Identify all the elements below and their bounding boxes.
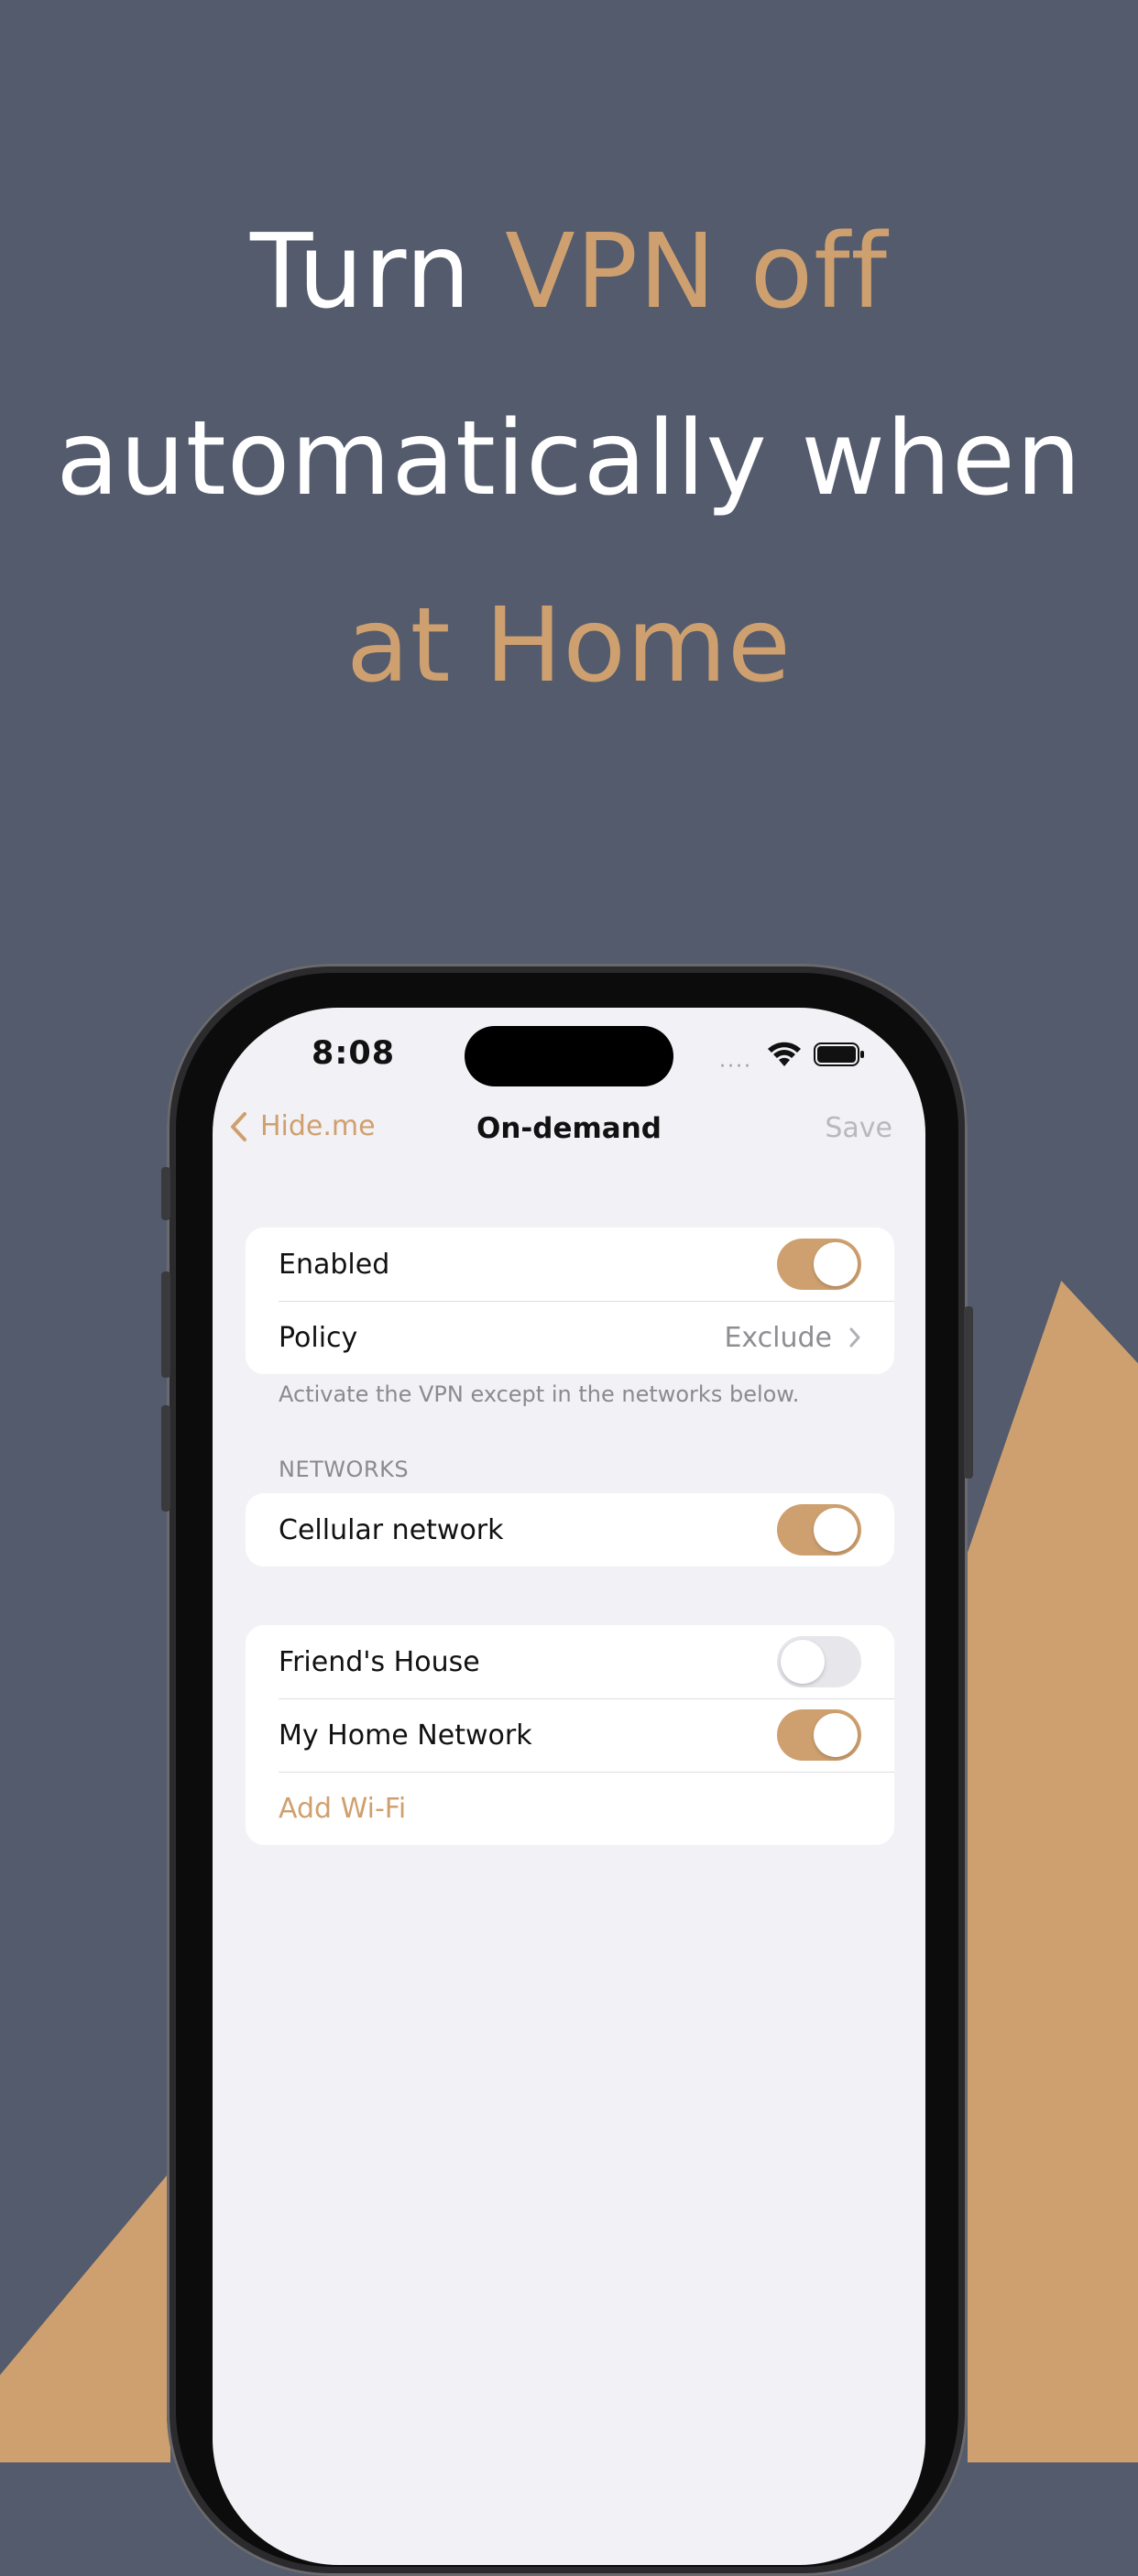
enabled-label: Enabled (279, 1248, 390, 1281)
policy-label: Policy (279, 1321, 358, 1354)
cellular-row: Cellular network (246, 1493, 894, 1566)
networks-section-header: NETWORKS (279, 1457, 410, 1482)
headline: Turn VPN off automatically when at Home (0, 179, 1138, 739)
wifi-toggle-my-home-network[interactable] (777, 1709, 861, 1761)
headline-line-1: Turn VPN off (0, 179, 1138, 366)
status-time: 8:08 (312, 1035, 396, 1072)
wifi-row-friends-house: Friend's House (246, 1625, 894, 1698)
wifi-label: Friend's House (279, 1645, 480, 1678)
cellular-signal-icon: ···· (719, 1055, 752, 1078)
headline-accent: VPN off (505, 213, 888, 332)
save-button[interactable]: Save (825, 1112, 892, 1144)
page-title: On-demand (476, 1112, 662, 1145)
phone-power-button (964, 1306, 973, 1479)
settings-group: Enabled Policy Exclude (246, 1228, 894, 1374)
wifi-label: My Home Network (279, 1719, 532, 1752)
policy-row[interactable]: Policy Exclude (246, 1301, 894, 1374)
phone-volume-up-button (161, 1272, 170, 1378)
wifi-icon (767, 1041, 802, 1072)
toggle-knob (814, 1713, 858, 1757)
decorative-shape-right (968, 1281, 1138, 2462)
dynamic-island (465, 1026, 673, 1086)
add-wifi-row[interactable]: Add Wi-Fi (246, 1772, 894, 1845)
battery-icon (814, 1042, 865, 1070)
wifi-toggle-friends-house[interactable] (777, 1636, 861, 1687)
wifi-group: Friend's House My Home Network Add Wi-Fi (246, 1625, 894, 1845)
headline-line-2: automatically when (56, 399, 1082, 518)
policy-footnote: Activate the VPN except in the networks … (279, 1381, 800, 1407)
phone-screen: 8:08 ···· Hide.me On-demand Save Enabled… (213, 1008, 925, 2565)
add-wifi-button[interactable]: Add Wi-Fi (279, 1793, 861, 1825)
cellular-toggle[interactable] (777, 1504, 861, 1555)
phone-action-button (161, 1167, 170, 1220)
enabled-row: Enabled (246, 1228, 894, 1301)
chevron-right-icon (849, 1327, 860, 1348)
cellular-label: Cellular network (279, 1513, 504, 1546)
policy-detail: Exclude (724, 1322, 861, 1354)
toggle-knob (814, 1508, 858, 1552)
cellular-group: Cellular network (246, 1493, 894, 1566)
wifi-row-my-home-network: My Home Network (246, 1698, 894, 1772)
phone-volume-down-button (161, 1405, 170, 1512)
enabled-toggle[interactable] (777, 1239, 861, 1290)
decorative-shape-left (0, 2171, 170, 2462)
policy-value: Exclude (724, 1321, 832, 1354)
headline-line-3: at Home (346, 586, 792, 705)
toggle-knob (814, 1242, 858, 1286)
toggle-knob (781, 1640, 825, 1684)
headline-plain: Turn (250, 213, 506, 332)
